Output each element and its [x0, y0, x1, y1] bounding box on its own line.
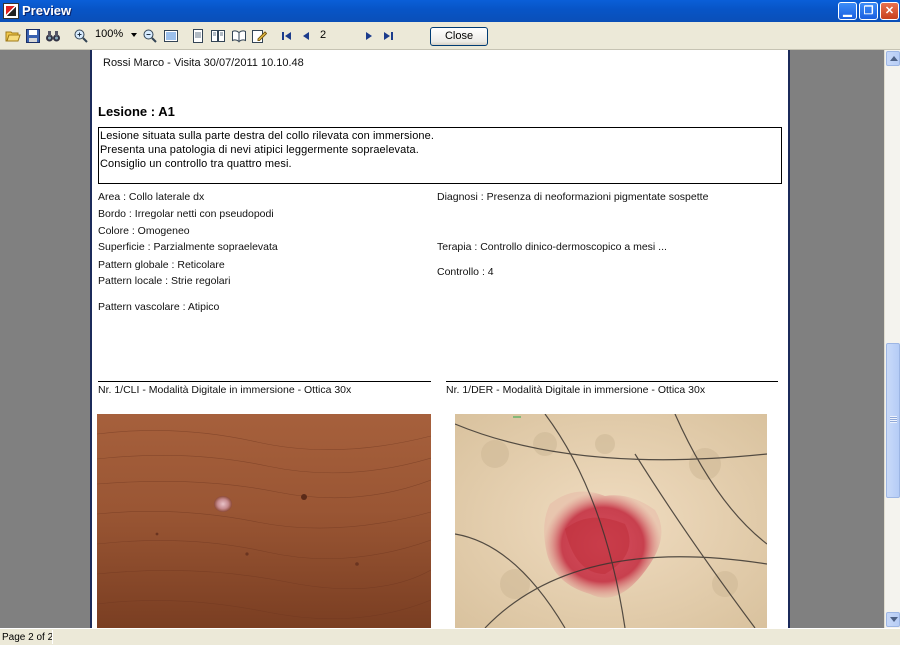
field-bordo: Bordo : Irregolar netti con pseudopodi: [98, 208, 274, 220]
description-line: Presenta una patologia di nevi atipici l…: [100, 144, 419, 156]
scroll-down-button[interactable]: [886, 612, 900, 627]
preview-window: Preview ▁ ❐ ✕ 100% 2 Close Rossi Marco -…: [0, 0, 900, 645]
field-pattern-locale: Pattern locale : Strie regolari: [98, 275, 231, 287]
title-bar: Preview ▁ ❐ ✕: [0, 0, 900, 22]
zoom-select[interactable]: 100%: [95, 28, 137, 44]
status-bar: Page 2 of 2: [0, 628, 900, 645]
scroll-thumb[interactable]: [886, 343, 900, 498]
chevron-down-icon: [131, 33, 137, 37]
zoom-in-icon[interactable]: [72, 27, 90, 45]
dermoscopy-photo: [455, 414, 767, 628]
field-diagnosi: Diagnosi : Presenza di neoformazioni pig…: [437, 191, 709, 203]
next-page-icon[interactable]: [360, 27, 378, 45]
edit-icon[interactable]: [250, 27, 268, 45]
field-terapia: Terapia : Controllo dinico-dermoscopico …: [437, 241, 667, 253]
scroll-up-button[interactable]: [886, 51, 900, 66]
preview-viewer[interactable]: Rossi Marco - Visita 30/07/2011 10.10.48…: [0, 50, 884, 628]
zoom-value: 100%: [95, 28, 124, 40]
page-number-field[interactable]: 2: [320, 29, 326, 41]
field-superficie: Superficie : Parzialmente sopraelevata: [98, 241, 278, 253]
description-line: Consiglio un controllo tra quattro mesi.: [100, 158, 292, 170]
lesion-title: Lesione : A1: [98, 104, 175, 119]
page-status: Page 2 of 2: [2, 632, 54, 643]
caption-divider: [98, 381, 431, 382]
find-binoculars-icon[interactable]: [44, 27, 62, 45]
full-page-icon[interactable]: [162, 27, 180, 45]
save-disk-icon[interactable]: [24, 27, 42, 45]
image-caption-der: Nr. 1/DER - Modalità Digitale in immersi…: [446, 384, 706, 396]
vertical-scrollbar[interactable]: [884, 50, 900, 628]
field-pattern-globale: Pattern globale : Reticolare: [98, 259, 225, 271]
description-box: Lesione situata sulla parte destra del c…: [98, 127, 782, 184]
app-icon: [3, 3, 19, 19]
field-colore: Colore : Omogeneo: [98, 225, 190, 237]
minimize-button[interactable]: ▁: [838, 2, 857, 20]
description-line: Lesione situata sulla parte destra del c…: [100, 130, 435, 142]
image-caption-cli: Nr. 1/CLI - Modalità Digitale in immersi…: [98, 384, 352, 396]
first-page-icon[interactable]: [278, 27, 296, 45]
field-area: Area : Collo laterale dx: [98, 191, 205, 203]
one-page-icon[interactable]: [189, 27, 207, 45]
visit-header: Rossi Marco - Visita 30/07/2011 10.10.48: [103, 57, 304, 69]
close-button[interactable]: Close: [430, 27, 488, 46]
previous-page-icon[interactable]: [297, 27, 315, 45]
open-folder-icon[interactable]: [4, 27, 22, 45]
zoom-out-icon[interactable]: [141, 27, 159, 45]
maximize-button[interactable]: ❐: [859, 2, 878, 20]
book-icon[interactable]: [230, 27, 248, 45]
toolbar: 100% 2 Close: [0, 22, 900, 50]
status-divider: [52, 630, 53, 644]
field-pattern-vascolare: Pattern vascolare : Atipico: [98, 301, 220, 313]
clinical-skin-photo: [97, 414, 431, 628]
close-window-button[interactable]: ✕: [880, 2, 899, 20]
two-pages-icon[interactable]: [209, 27, 227, 45]
caption-divider: [446, 381, 778, 382]
report-page: Rossi Marco - Visita 30/07/2011 10.10.48…: [90, 50, 790, 628]
field-controllo: Controllo : 4: [437, 266, 494, 278]
last-page-icon[interactable]: [379, 27, 397, 45]
window-title: Preview: [22, 3, 72, 18]
